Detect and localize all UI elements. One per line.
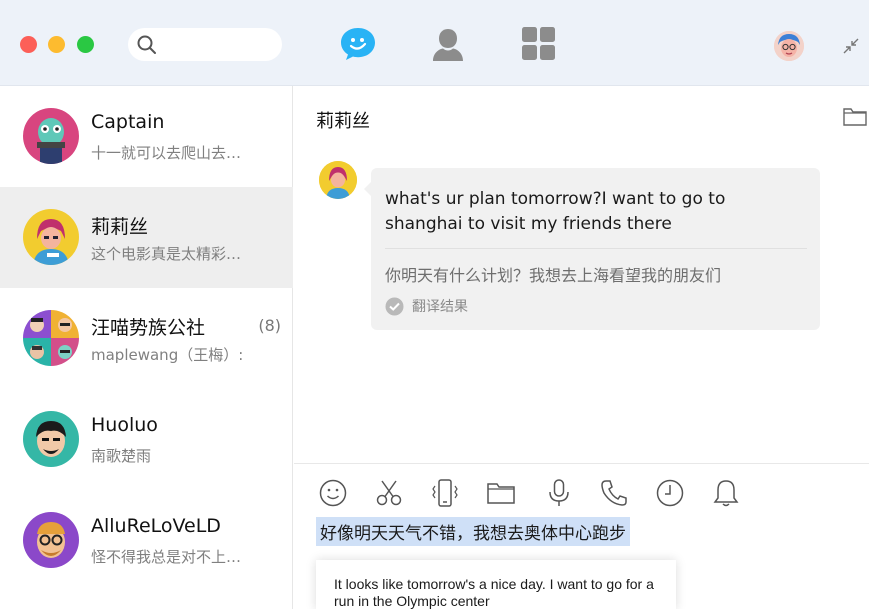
- translation-popup[interactable]: It looks like tomorrow's a nice day. I w…: [316, 560, 676, 609]
- person-icon[interactable]: [430, 26, 466, 62]
- sender-avatar[interactable]: [319, 161, 357, 199]
- conversation-name: Huoluo: [91, 414, 158, 436]
- conversation-item[interactable]: AlluReLoVeLD 怪不得我总是对不上…: [0, 490, 293, 591]
- conversation-item[interactable]: Captain 十一就可以去爬山去…: [0, 86, 293, 187]
- message-composer: 好像明天天气不错，我想去奥体中心跑步 It looks like tomorro…: [294, 463, 869, 609]
- avatar: [23, 411, 79, 467]
- message-bubble[interactable]: what's ur plan tomorrow?I want to go to …: [364, 168, 820, 330]
- unread-count: (8): [258, 316, 281, 335]
- translated-text: 你明天有什么计划？我想去上海看望我的朋友们: [385, 266, 722, 285]
- conversation-item-selected[interactable]: 莉莉丝 这个电影真是太精彩…: [0, 187, 293, 288]
- close-window-button[interactable]: [20, 36, 37, 53]
- user-avatar[interactable]: [774, 31, 804, 61]
- check-circle-icon: [385, 297, 404, 315]
- search-icon: [137, 35, 156, 54]
- chat-bubble-icon[interactable]: [340, 26, 376, 62]
- search-input[interactable]: [162, 33, 272, 55]
- emoji-icon[interactable]: [318, 478, 348, 508]
- folder-icon[interactable]: [843, 107, 867, 127]
- group-avatar: [23, 310, 79, 366]
- avatar: [23, 512, 79, 568]
- conversation-name: 莉莉丝: [91, 216, 149, 238]
- conversation-preview: 这个电影真是太精彩…: [91, 245, 242, 263]
- bell-icon[interactable]: [711, 478, 741, 508]
- conversation-item[interactable]: 汪喵势族公社 maplewang（王梅）: (8): [0, 288, 293, 389]
- translation-popup-text: It looks like tomorrow's a nice day. I w…: [334, 576, 654, 609]
- search-box[interactable]: [128, 28, 282, 61]
- conversation-preview: 南歌楚雨: [91, 447, 152, 465]
- folder-icon[interactable]: [486, 478, 516, 508]
- microphone-icon[interactable]: [544, 478, 574, 508]
- translation-badge: 翻译结果: [385, 296, 468, 316]
- vibrate-icon[interactable]: [430, 478, 460, 508]
- chat-title: 莉莉丝: [316, 111, 370, 132]
- scissors-icon[interactable]: [374, 478, 404, 508]
- conversation-list: Captain 十一就可以去爬山去… 莉莉丝 这个电影真是太精彩… 汪喵势族公社…: [0, 86, 293, 609]
- conversation-name: AlluReLoVeLD: [91, 515, 221, 537]
- clock-icon[interactable]: [655, 478, 685, 508]
- conversation-preview: 十一就可以去爬山去…: [91, 144, 242, 162]
- title-bar: [0, 0, 869, 86]
- divider: [385, 248, 807, 249]
- message-text: what's ur plan tomorrow?I want to go to …: [385, 189, 726, 234]
- conversation-preview: 怪不得我总是对不上…: [91, 548, 242, 566]
- conversation-preview: maplewang（王梅）:: [91, 346, 244, 364]
- maximize-window-button[interactable]: [77, 36, 94, 53]
- translation-label: 翻译结果: [412, 299, 468, 315]
- conversation-name: 汪喵势族公社: [91, 317, 206, 339]
- minimize-window-button[interactable]: [48, 36, 65, 53]
- apps-grid-icon[interactable]: [521, 26, 557, 62]
- avatar: [23, 108, 79, 164]
- avatar: [23, 209, 79, 265]
- phone-icon[interactable]: [599, 478, 629, 508]
- draft-message-input[interactable]: 好像明天天气不错，我想去奥体中心跑步: [316, 517, 630, 546]
- collapse-window-icon[interactable]: [842, 37, 860, 55]
- conversation-item[interactable]: Huoluo 南歌楚雨: [0, 389, 293, 490]
- conversation-name: Captain: [91, 111, 165, 133]
